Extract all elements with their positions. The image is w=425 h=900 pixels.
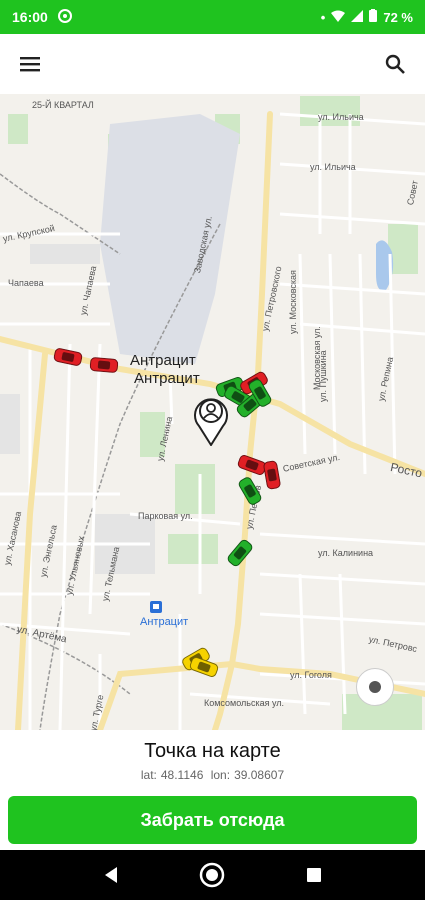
map-label-komsomolskaya: Комсомольская ул. (204, 698, 285, 708)
map-label-ilyicha-1: ул. Ильича (318, 112, 364, 122)
system-nav-bar (0, 850, 425, 900)
coordinates: lat: 48.1146 lon: 39.08607 (0, 768, 425, 782)
lon-label: lon: (210, 768, 231, 782)
map-label-chapaeva-1: Чапаева (8, 278, 44, 288)
station-icon (150, 601, 162, 615)
map-label-pushkina: ул. Пушкина (318, 350, 328, 402)
map-label-station: Антрацит (140, 616, 189, 628)
map-label-city-2: Антрацит (134, 370, 200, 387)
lon-value: 39.08607 (234, 768, 285, 782)
car-marker-red[interactable] (89, 356, 119, 374)
map-label-parkovaya: Парковая ул. (138, 511, 193, 521)
map-label-city-1: Антрацит (130, 352, 196, 369)
search-icon[interactable] (381, 50, 409, 78)
map-label-ilyicha-2: ул. Ильича (310, 162, 356, 172)
recents-icon[interactable] (299, 860, 329, 890)
battery-icon (369, 9, 378, 25)
status-bar: 16:00 • 72 % (0, 0, 425, 34)
lat-label: lat: (140, 768, 157, 782)
battery-percent: 72 % (383, 9, 413, 25)
map-label-gogolya: ул. Гоголя (290, 670, 332, 680)
point-title: Точка на карте (144, 740, 281, 762)
map-view[interactable]: 25-Й КВАРТАЛ ул. Ильича ул. Ильича Совет… (0, 94, 425, 730)
signal-icon (351, 9, 364, 25)
status-right: • 72 % (321, 9, 413, 25)
location-pin-icon (193, 394, 229, 447)
map-label-kvartal: 25-Й КВАРТАЛ (32, 100, 94, 110)
app-bar (0, 34, 425, 94)
menu-icon[interactable] (16, 50, 44, 78)
home-icon[interactable] (197, 860, 227, 890)
back-icon[interactable] (96, 860, 126, 890)
my-location-button[interactable] (356, 668, 394, 706)
map-label-moskovskaya: ул. Московская (288, 270, 298, 334)
bottom-panel: Точка на карте lat: 48.1146 lon: 39.08607 … (0, 730, 425, 850)
dot-icon: • (320, 9, 326, 25)
wifi-icon (331, 10, 346, 25)
pickup-here-button[interactable]: Забрать отсюда (8, 796, 417, 844)
my-location-icon (369, 681, 381, 693)
map-label-kalinina: ул. Калинина (318, 548, 374, 558)
app-notification-icon (57, 8, 72, 26)
status-time: 16:00 (12, 9, 48, 25)
lat-value: 48.1146 (160, 768, 204, 782)
